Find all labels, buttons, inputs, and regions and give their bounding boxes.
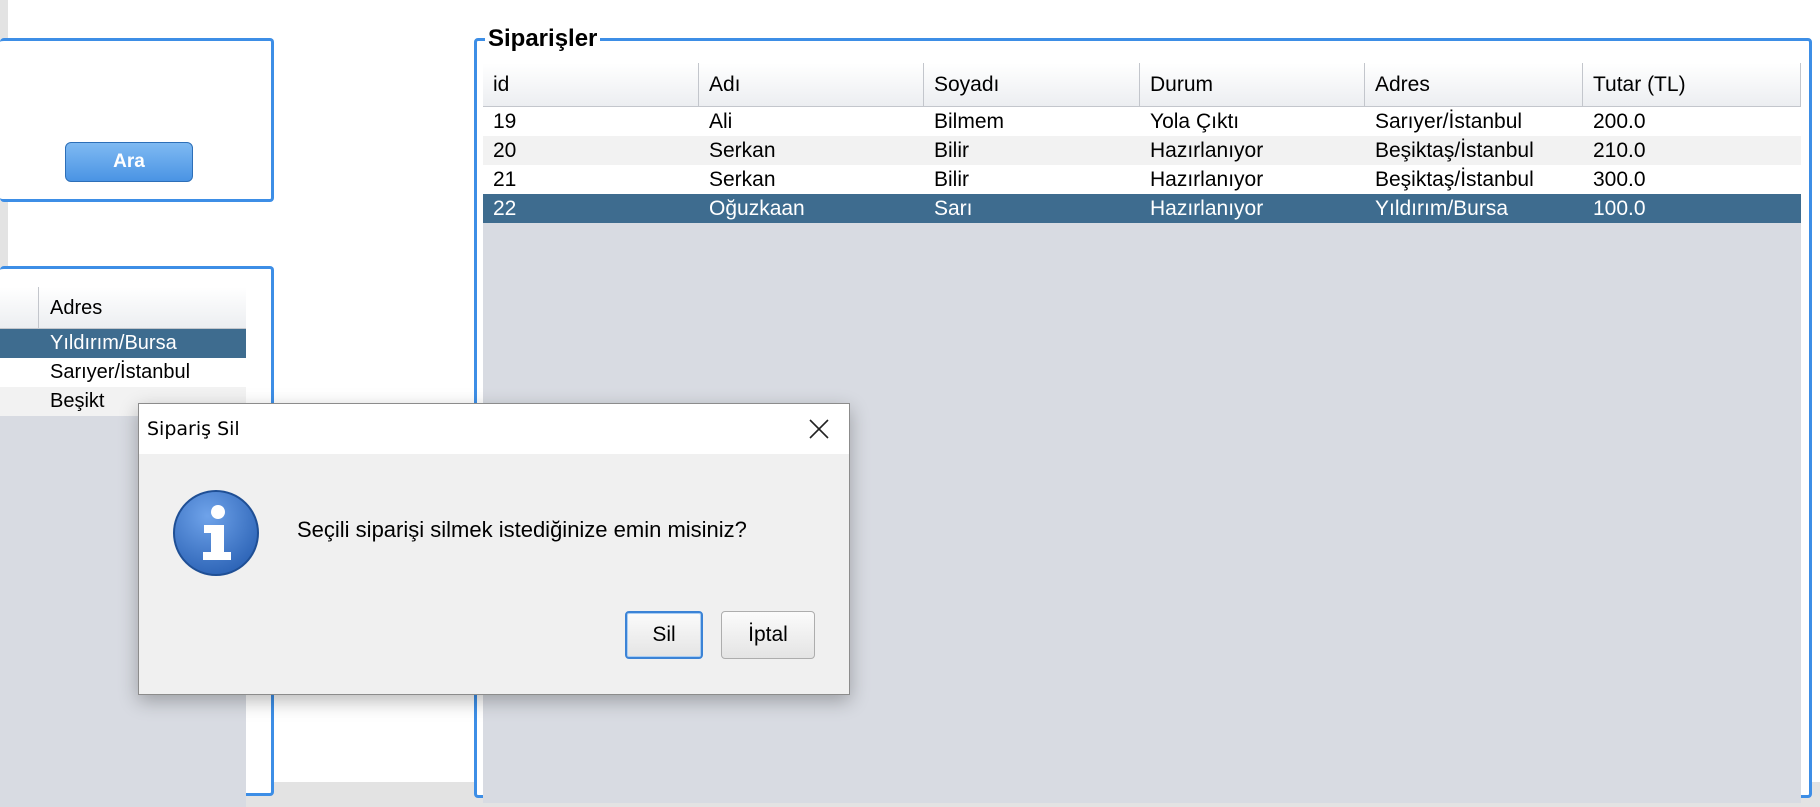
table-row[interactable]: 20 Serkan Bilir Hazırlanıyor Beşiktaş/İs… bbox=[483, 136, 1801, 165]
cell-adres: Beşikt bbox=[50, 390, 105, 412]
cell-adres: Beşiktaş/İstanbul bbox=[1375, 139, 1534, 162]
column-header-tutar[interactable]: Tutar (TL) bbox=[1583, 63, 1801, 107]
search-panel: Ara bbox=[0, 38, 274, 202]
column-header-id[interactable]: id bbox=[483, 63, 699, 107]
customers-table-header: Adres bbox=[0, 287, 246, 329]
cell-adi: Oğuzkaan bbox=[709, 197, 805, 220]
column-header-durum[interactable]: Durum bbox=[1140, 63, 1365, 107]
column-header-adres[interactable]: Adres bbox=[38, 287, 246, 329]
cell-soyadi: Bilmem bbox=[934, 110, 1005, 133]
cell-soyadi: Bilir bbox=[934, 168, 969, 191]
cancel-button[interactable]: İptal bbox=[721, 611, 815, 659]
column-header-soyadi[interactable]: Soyadı bbox=[924, 63, 1140, 107]
dialog-title: Sipariş Sil bbox=[147, 418, 240, 440]
cell-tutar: 200.0 bbox=[1593, 110, 1646, 133]
cell-adres: Sarıyer/İstanbul bbox=[50, 361, 191, 383]
dialog-titlebar[interactable]: Sipariş Sil bbox=[139, 404, 849, 454]
table-row[interactable]: 19 Ali Bilmem Yola Çıktı Sarıyer/İstanbu… bbox=[483, 107, 1801, 136]
cell-adres: Sarıyer/İstanbul bbox=[1375, 110, 1523, 133]
cell-adi: Serkan bbox=[709, 139, 776, 162]
close-button[interactable] bbox=[789, 404, 849, 454]
cell-adres: Yıldırım/Bursa bbox=[1375, 197, 1509, 220]
cell-durum: Hazırlanıyor bbox=[1150, 139, 1264, 162]
close-icon bbox=[809, 419, 829, 439]
orders-panel-title: Siparişler bbox=[485, 25, 601, 53]
column-header-adres[interactable]: Adres bbox=[1365, 63, 1583, 107]
cell-id: 22 bbox=[493, 197, 517, 220]
cell-tutar: 210.0 bbox=[1593, 139, 1646, 162]
table-row[interactable]: 21 Serkan Bilir Hazırlanıyor Beşiktaş/İs… bbox=[483, 165, 1801, 194]
cell-id: 20 bbox=[493, 139, 517, 162]
cell-durum: Hazırlanıyor bbox=[1150, 197, 1264, 220]
main-window: Ara Adres Yıldırım/Bursa Sarıyer/İstanbu… bbox=[0, 0, 1820, 807]
cell-durum: Hazırlanıyor bbox=[1150, 168, 1264, 191]
cell-soyadi: Sarı bbox=[934, 197, 973, 220]
search-button[interactable]: Ara bbox=[65, 142, 193, 182]
table-row[interactable]: Yıldırım/Bursa bbox=[0, 329, 246, 358]
cell-id: 19 bbox=[493, 110, 517, 133]
cell-durum: Yola Çıktı bbox=[1150, 110, 1240, 133]
cell-adi: Serkan bbox=[709, 168, 776, 191]
cell-tutar: 300.0 bbox=[1593, 168, 1646, 191]
cell-adi: Ali bbox=[709, 110, 733, 133]
delete-order-dialog: Sipariş Sil Seçili siparişi silmek isted… bbox=[138, 403, 850, 695]
cell-adres: Yıldırım/Bursa bbox=[50, 332, 177, 354]
cell-tutar: 100.0 bbox=[1593, 197, 1646, 220]
table-row[interactable]: Sarıyer/İstanbul bbox=[0, 358, 246, 387]
table-row[interactable]: 22 Oğuzkaan Sarı Hazırlanıyor Yıldırım/B… bbox=[483, 194, 1801, 223]
cell-adres: Beşiktaş/İstanbul bbox=[1375, 168, 1534, 191]
confirm-delete-button[interactable]: Sil bbox=[625, 611, 703, 659]
cell-id: 21 bbox=[493, 168, 517, 191]
cell-soyadi: Bilir bbox=[934, 139, 969, 162]
info-icon bbox=[173, 490, 259, 576]
column-header-adi[interactable]: Adı bbox=[699, 63, 924, 107]
orders-table-header: id Adı Soyadı Durum Adres Tutar (TL) bbox=[483, 63, 1801, 107]
dialog-message: Seçili siparişi silmek istediğinize emin… bbox=[297, 517, 747, 542]
